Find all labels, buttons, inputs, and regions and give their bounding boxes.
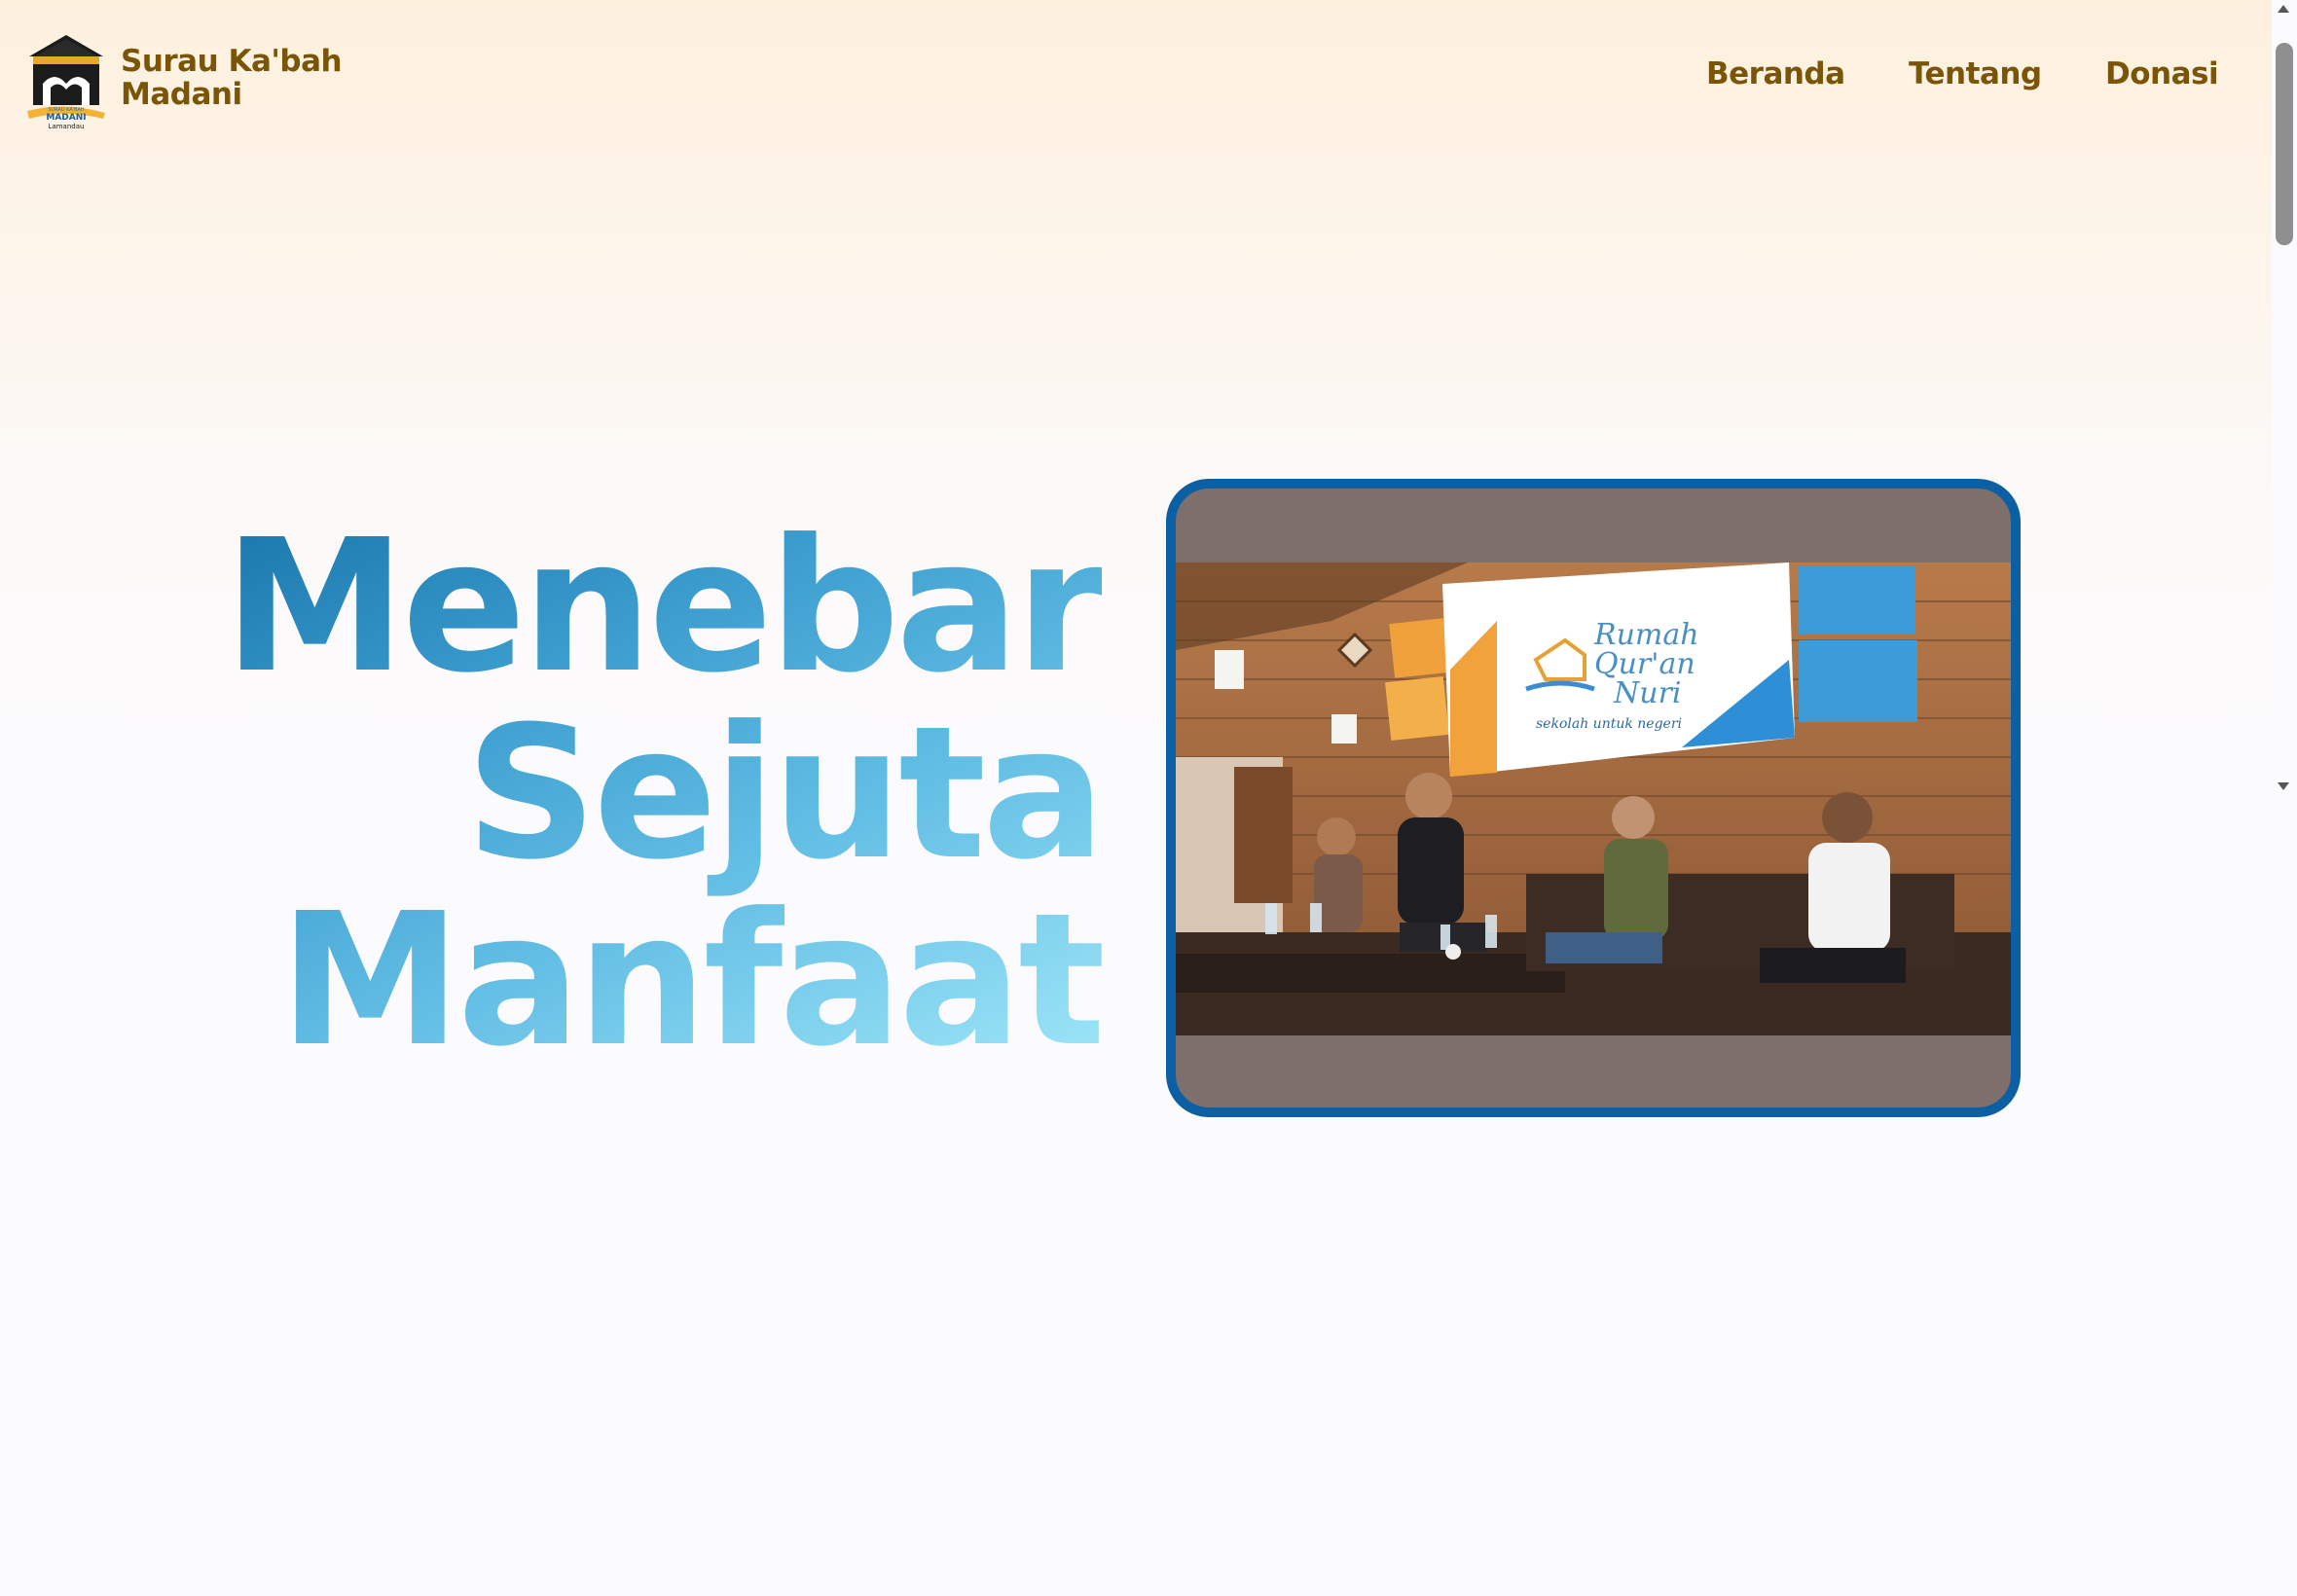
brand-name-line2: Madani	[121, 77, 242, 112]
hero-image-frame: Rumah Qur'an Nuri sekolah untuk negeri	[1166, 479, 2021, 1117]
nav-beranda[interactable]: Beranda	[1706, 56, 1845, 91]
hero-photo: Rumah Qur'an Nuri sekolah untuk negeri	[1176, 562, 2011, 1035]
hero-title-line3: Manfaat	[278, 874, 1102, 1087]
site-header: SURAU KA'BAH MADANI Lamandau Surau Ka'ba…	[0, 0, 2268, 156]
brand-name[interactable]: Surau Ka'bah Madani	[121, 44, 343, 112]
scroll-up-arrow-icon[interactable]	[2278, 5, 2289, 13]
vertical-scrollbar[interactable]	[2272, 0, 2297, 1596]
banner-text-3: Nuri	[1613, 676, 1682, 710]
scroll-thumb[interactable]	[2276, 43, 2293, 245]
nav-tentang[interactable]: Tentang	[1909, 56, 2042, 91]
svg-text:MADANI: MADANI	[46, 113, 86, 123]
brand-name-line1: Surau Ka'bah	[121, 44, 343, 79]
kaaba-mosque-logo-icon: SURAU KA'BAH MADANI Lamandau	[27, 35, 105, 130]
banner-tagline: sekolah untuk negeri	[1536, 716, 1682, 732]
hero-title-line1: Menebar	[223, 500, 1102, 713]
svg-text:Lamandau: Lamandau	[49, 123, 85, 130]
brand-logo[interactable]: SURAU KA'BAH MADANI Lamandau	[25, 33, 107, 130]
scroll-down-arrow-icon[interactable]	[2278, 782, 2289, 790]
panel-discussion-photo: Rumah Qur'an Nuri sekolah untuk negeri	[1176, 562, 2011, 1035]
nav-donasi[interactable]: Donasi	[2105, 56, 2219, 91]
hero-title-line2: Sejuta	[465, 687, 1102, 900]
hero-title: Menebar Sejuta Manfaat	[224, 514, 1102, 1074]
